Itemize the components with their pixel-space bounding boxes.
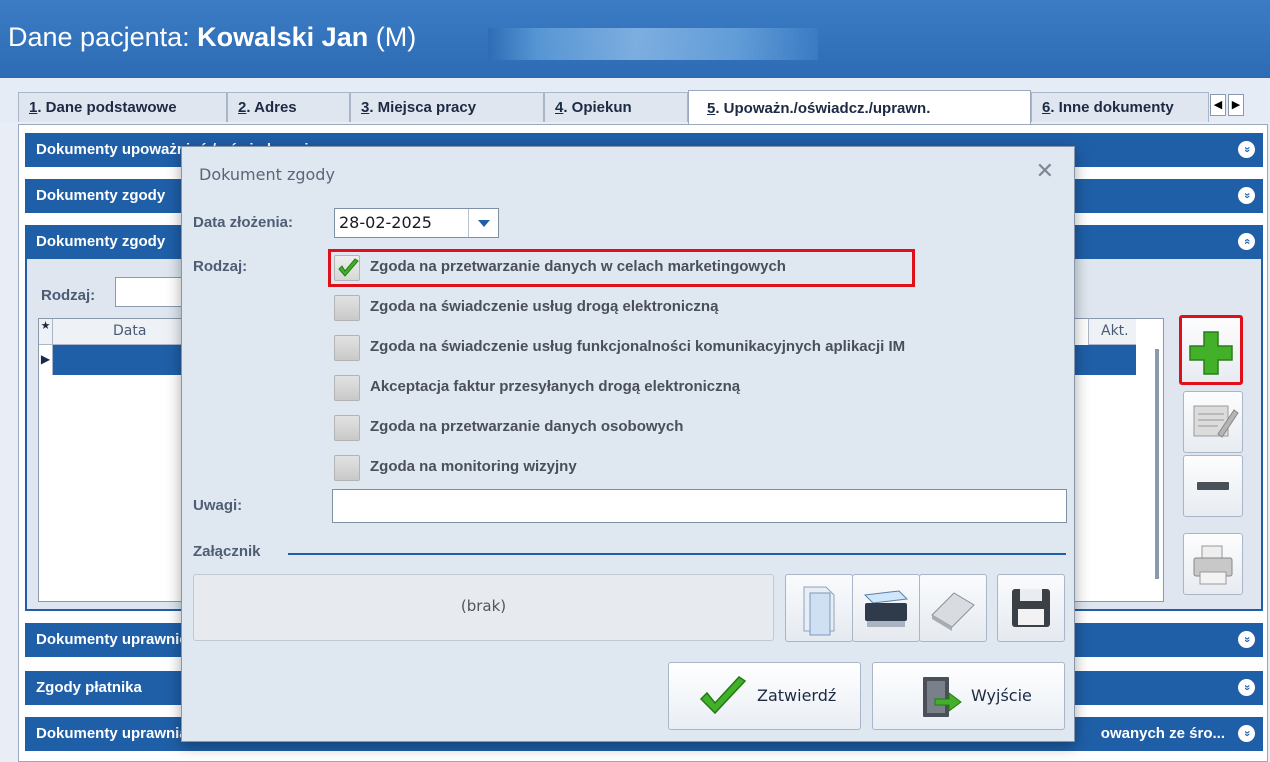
- tab-opiekun[interactable]: 4. Opiekun: [544, 92, 688, 122]
- checkbox[interactable]: [334, 335, 360, 361]
- checkbox-label: Akceptacja faktur przesyłanych drogą ele…: [370, 378, 741, 395]
- arrow-left-icon: ◀: [1213, 98, 1223, 111]
- date-field[interactable]: 28-02-2025: [334, 208, 499, 238]
- tab-inne-dokumenty[interactable]: 6. Inne dokumenty: [1031, 92, 1209, 122]
- zalacznik-label: Załącznik: [193, 543, 261, 560]
- plus-icon: [1189, 331, 1233, 375]
- tab-adres[interactable]: 2. Adres: [227, 92, 350, 122]
- checkbox[interactable]: [334, 415, 360, 441]
- checkbox[interactable]: [334, 375, 360, 401]
- attachment-area: (brak): [193, 574, 774, 641]
- date-label: Data złożenia:: [193, 214, 294, 231]
- redacted-patient-id: [488, 28, 818, 60]
- chevron-down-icon[interactable]: »: [1238, 631, 1255, 648]
- section-title: Dokumenty zgody: [36, 187, 166, 204]
- uwagi-input[interactable]: [332, 489, 1067, 523]
- minus-icon: [1197, 482, 1229, 490]
- row-indicator-icon: ▶: [39, 345, 53, 375]
- remove-button[interactable]: [1183, 455, 1243, 517]
- patient-sex: (M): [368, 22, 417, 52]
- chevron-down-icon[interactable]: »: [1238, 725, 1255, 742]
- checkbox[interactable]: [334, 455, 360, 481]
- date-value: 28-02-2025: [339, 213, 432, 232]
- section-title: Dokumenty uprawnień: [36, 631, 197, 648]
- floppy-disk-icon: [1012, 589, 1050, 627]
- column-header-akt[interactable]: Akt.: [1088, 319, 1136, 345]
- checkbox-label: Zgoda na przetwarzanie danych osobowych: [370, 418, 684, 435]
- add-button[interactable]: [1179, 315, 1243, 385]
- exit-label: Wyjście: [971, 686, 1032, 705]
- scan-button[interactable]: [852, 574, 920, 642]
- erase-button[interactable]: [919, 574, 987, 642]
- checkbox-label: Zgoda na przetwarzanie danych w celach m…: [370, 258, 786, 275]
- scanner-icon: [863, 590, 909, 627]
- checkbox-label: Zgoda na monitoring wizyjny: [370, 458, 577, 475]
- window-header: Dane pacjenta: Kowalski Jan (M): [0, 0, 1270, 78]
- eraser-icon: [931, 592, 975, 631]
- divider: [288, 553, 1066, 555]
- checkbox[interactable]: [334, 255, 360, 281]
- star-icon: ★: [39, 319, 53, 345]
- chevron-down-icon[interactable]: »: [1238, 141, 1255, 158]
- save-button[interactable]: [997, 574, 1065, 642]
- chevron-down-icon[interactable]: »: [1238, 679, 1255, 696]
- edit-button[interactable]: [1183, 391, 1243, 453]
- chevron-down-icon[interactable]: »: [1238, 187, 1255, 204]
- tab-miejsca-pracy[interactable]: 3. Miejsca pracy: [350, 92, 544, 122]
- rodzaj-label: Rodzaj:: [193, 258, 248, 275]
- tabs-bar: 1. Dane podstawowe 2. Adres 3. Miejsca p…: [0, 78, 1270, 124]
- tab-dane-podstawowe[interactable]: 1. Dane podstawowe: [18, 92, 227, 122]
- confirm-button[interactable]: Zatwierdź: [668, 662, 861, 730]
- section-title: Dokumenty zgody: [36, 233, 166, 250]
- close-icon[interactable]: ✕: [1036, 159, 1054, 184]
- exit-door-icon: [923, 677, 962, 717]
- chevron-down-icon[interactable]: [468, 209, 498, 237]
- column-header-data[interactable]: Data: [53, 319, 183, 345]
- exit-button[interactable]: Wyjście: [872, 662, 1065, 730]
- open-file-button[interactable]: [785, 574, 853, 642]
- checkbox-label: Zgoda na świadczenie usług funkcjonalnoś…: [370, 338, 906, 355]
- vertical-scrollbar[interactable]: [1155, 349, 1159, 579]
- printer-icon: [1193, 545, 1233, 585]
- patient-title: Dane pacjenta: Kowalski Jan (M): [8, 22, 416, 53]
- edit-document-icon: [1193, 405, 1239, 438]
- dialog-title: Dokument zgody: [199, 165, 335, 184]
- checkbox-label: Zgoda na świadczenie usług drogą elektro…: [370, 298, 719, 315]
- checkbox[interactable]: [334, 295, 360, 321]
- patient-name: Kowalski Jan: [197, 22, 369, 52]
- chevron-up-icon[interactable]: «: [1238, 233, 1255, 250]
- section-title: Zgody płatnika: [36, 679, 142, 696]
- checkmark-icon: [699, 676, 747, 715]
- rodzaj-filter-label: Rodzaj:: [41, 287, 96, 304]
- title-prefix: Dane pacjenta:: [8, 22, 198, 52]
- print-button[interactable]: [1183, 533, 1243, 595]
- uwagi-label: Uwagi:: [193, 497, 243, 514]
- arrow-right-icon: ▶: [1231, 98, 1241, 111]
- tab-scroll-right-button[interactable]: ▶: [1228, 94, 1244, 116]
- confirm-label: Zatwierdź: [757, 686, 837, 705]
- tab-upowaznienia[interactable]: 5. Upoważn./oświadcz./uprawn.: [688, 90, 1031, 124]
- file-open-icon: [803, 586, 835, 636]
- section-title-tail: owanych ze śro...: [1100, 725, 1225, 742]
- checkmark-icon: [338, 258, 359, 277]
- dokument-zgody-dialog: Dokument zgody ✕ Data złożenia: 28-02-20…: [181, 146, 1075, 742]
- tab-scroll-left-button[interactable]: ◀: [1210, 94, 1226, 116]
